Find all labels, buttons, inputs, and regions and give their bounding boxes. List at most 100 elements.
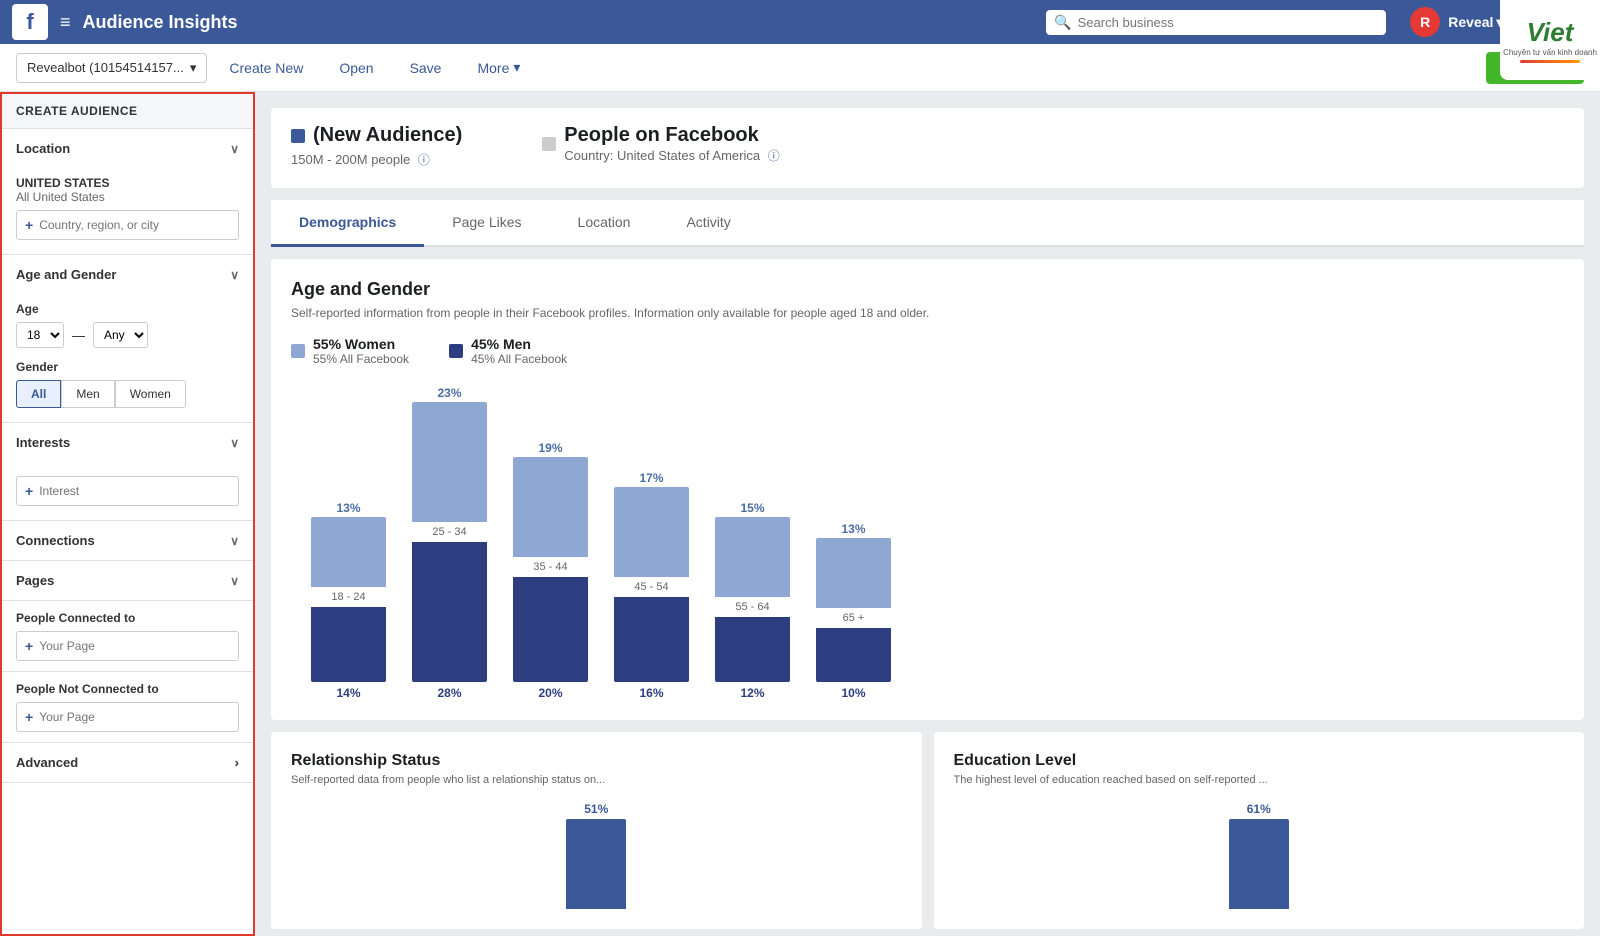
age-col: 19%35 - 4420% (503, 441, 598, 700)
interests-body: + (2, 462, 253, 520)
legend-women-box (291, 344, 305, 358)
toolbar: Revealbot (10154514157... ▾ Create New O… (0, 44, 1600, 92)
search-input[interactable] (1078, 15, 1379, 30)
location-section: Location ∨ UNITED STATES All United Stat… (2, 129, 253, 255)
reveal-label[interactable]: Reveal ▾ (1448, 14, 1503, 31)
age-gender-chevron: ∨ (230, 268, 239, 282)
age-col: 13%65 +10% (806, 522, 901, 700)
age-label: Age (16, 302, 239, 316)
tabs-bar: Demographics Page Likes Location Activit… (271, 200, 1584, 247)
location-plus-icon: + (25, 217, 33, 233)
gender-women-button[interactable]: Women (115, 380, 186, 408)
age-gender-label: Age and Gender (16, 267, 116, 282)
app-title: Audience Insights (83, 12, 238, 33)
location-header[interactable]: Location ∨ (2, 129, 253, 168)
people-connected-section: People Connected to + (2, 601, 253, 672)
account-dropdown[interactable]: Revealbot (10154514157... ▾ (16, 53, 207, 83)
main-layout: CREATE AUDIENCE Location ∨ UNITED STATES… (0, 92, 1600, 936)
tab-demographics[interactable]: Demographics (271, 200, 424, 247)
create-audience-panel: CREATE AUDIENCE Location ∨ UNITED STATES… (0, 92, 255, 936)
audience-count: 150M - 200M people ⓘ (291, 151, 462, 168)
people-fb-info: People on Facebook Country: United State… (564, 124, 779, 164)
people-connected-input[interactable] (39, 639, 230, 653)
interests-input[interactable] (39, 484, 230, 498)
age-from-select[interactable]: 182125 (16, 322, 64, 348)
relationship-bar (566, 819, 626, 909)
education-level-card: Education Level The highest level of edu… (934, 732, 1585, 929)
age-dash: — (72, 328, 85, 343)
age-gender-card: Age and Gender Self-reported information… (271, 259, 1584, 720)
open-button[interactable]: Open (325, 54, 387, 82)
education-title: Education Level (954, 752, 1565, 770)
legend-men-sub: 45% All Facebook (471, 352, 567, 366)
people-fb-info-icon[interactable]: ⓘ (768, 149, 780, 163)
pages-label: Pages (16, 573, 54, 588)
tab-location[interactable]: Location (550, 200, 659, 247)
audience-info-icon[interactable]: ⓘ (418, 153, 430, 167)
interests-label: Interests (16, 435, 70, 450)
people-not-connected-input[interactable] (39, 710, 230, 724)
gender-row: All Men Women (16, 380, 239, 408)
connections-section: Connections ∨ (2, 521, 253, 561)
hamburger-icon[interactable]: ≡ (60, 12, 71, 33)
interests-section: Interests ∨ + (2, 423, 253, 521)
reveal-badge: R (1410, 7, 1440, 37)
interest-plus-icon: + (25, 483, 33, 499)
people-not-connected-plus-icon: + (25, 709, 33, 725)
tab-activity[interactable]: Activity (658, 200, 758, 247)
location-body: UNITED STATES All United States + (2, 168, 253, 254)
panel-title: CREATE AUDIENCE (2, 94, 253, 129)
connections-label: Connections (16, 533, 95, 548)
tab-page-likes[interactable]: Page Likes (424, 200, 549, 247)
connections-header[interactable]: Connections ∨ (2, 521, 253, 560)
advanced-section[interactable]: Advanced › (2, 743, 253, 783)
education-pct: 61% (1247, 802, 1271, 816)
legend-women-sub: 55% All Facebook (313, 352, 409, 366)
create-new-button[interactable]: Create New (215, 54, 317, 82)
bottom-cards-row: Relationship Status Self-reported data f… (271, 732, 1584, 929)
interests-chevron: ∨ (230, 436, 239, 450)
legend-men: 45% Men 45% All Facebook (449, 336, 567, 366)
people-connected-label: People Connected to (16, 611, 239, 625)
location-country: UNITED STATES (16, 176, 239, 190)
gender-all-button[interactable]: All (16, 380, 61, 408)
age-col: 15%55 - 6412% (705, 501, 800, 700)
location-info: All United States (16, 190, 239, 204)
age-gender-card-title: Age and Gender (291, 279, 1564, 300)
age-gender-body: Age 182125 — Any243444546465+ Gender All… (2, 294, 253, 422)
interests-input-field: + (16, 476, 239, 506)
advanced-chevron: › (235, 755, 239, 770)
more-button[interactable]: More ▾ (463, 53, 534, 82)
age-row: 182125 — Any243444546465+ (16, 322, 239, 348)
audience-left: (New Audience) 150M - 200M people ⓘ (291, 124, 462, 172)
location-input[interactable] (39, 218, 230, 232)
gender-label: Gender (16, 360, 239, 374)
age-col: 13%18 - 2414% (301, 501, 396, 700)
age-gender-header[interactable]: Age and Gender ∨ (2, 255, 253, 294)
people-not-connected-label: People Not Connected to (16, 682, 239, 696)
gender-men-button[interactable]: Men (61, 380, 114, 408)
audience-title-row: (New Audience) (291, 124, 462, 147)
top-nav: f ≡ Audience Insights 🔍 R Reveal ▾ 🔔 ⚙ ?… (0, 0, 1600, 44)
interests-header[interactable]: Interests ∨ (2, 423, 253, 462)
relationship-pct: 51% (584, 802, 608, 816)
relationship-status-title: Relationship Status (291, 752, 902, 770)
age-bar-chart: 13%18 - 2414%23%25 - 3428%19%35 - 4420%1… (291, 386, 1564, 700)
pages-header[interactable]: Pages ∨ (2, 561, 253, 600)
legend-women-pct: 55% Women (313, 336, 409, 352)
education-bar-chart: 61% (954, 802, 1565, 909)
pages-section: Pages ∨ (2, 561, 253, 601)
education-sub: The highest level of education reached b… (954, 774, 1565, 786)
people-not-connected-body: People Not Connected to + (2, 672, 253, 742)
save-button[interactable]: Save (396, 54, 456, 82)
age-to-select[interactable]: Any243444546465+ (93, 322, 148, 348)
legend-men-box (449, 344, 463, 358)
people-facebook: People on Facebook Country: United State… (542, 124, 779, 164)
pages-chevron: ∨ (230, 574, 239, 588)
people-not-connected-input-field: + (16, 702, 239, 732)
account-label: Revealbot (10154514157... (27, 60, 184, 75)
location-input-field: + (16, 210, 239, 240)
viet-logo: Viet Chuyên tư vấn kinh doanh (1500, 0, 1600, 80)
people-fb-title: People on Facebook (564, 124, 779, 147)
people-fb-box (542, 137, 556, 151)
